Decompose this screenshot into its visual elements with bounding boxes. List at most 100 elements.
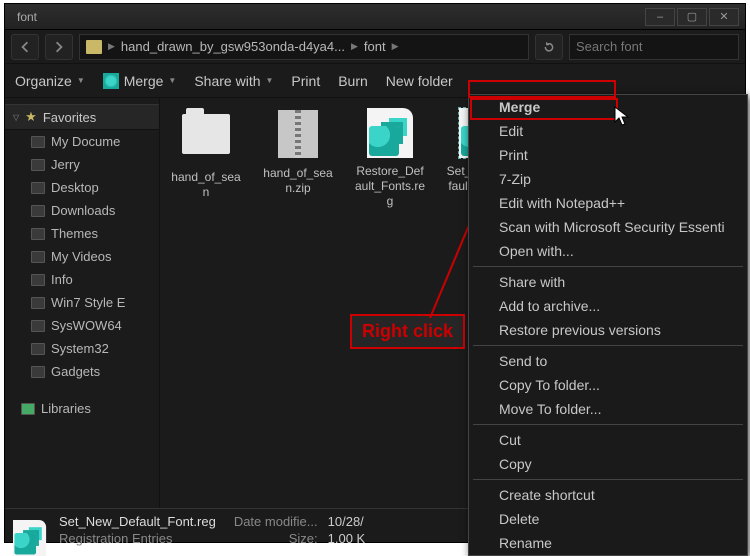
- menu-item[interactable]: Rename: [469, 531, 747, 555]
- sidebar-item[interactable]: Gadgets: [5, 360, 159, 383]
- menu-separator: [473, 345, 743, 346]
- folder-icon: [86, 40, 102, 54]
- sidebar-item[interactable]: Desktop: [5, 176, 159, 199]
- folder-icon: [31, 136, 45, 148]
- menu-item[interactable]: Share with: [469, 270, 747, 294]
- toolbar: Organize▼ Merge▼ Share with▼ Print Burn …: [5, 64, 745, 98]
- libraries-header[interactable]: Libraries: [5, 397, 159, 420]
- menu-item[interactable]: Edit: [469, 119, 747, 143]
- libraries-icon: [21, 403, 35, 415]
- close-button[interactable]: ✕: [709, 8, 739, 26]
- burn-button[interactable]: Burn: [338, 73, 368, 89]
- window-controls: – ▢ ✕: [643, 8, 739, 26]
- window-title: font: [11, 10, 643, 24]
- sidebar-item[interactable]: SysWOW64: [5, 314, 159, 337]
- sidebar-item-label: Desktop: [51, 180, 99, 195]
- refresh-button[interactable]: [535, 34, 563, 60]
- sidebar-item-label: Themes: [51, 226, 98, 241]
- sidebar-item-label: Gadgets: [51, 364, 100, 379]
- menu-item[interactable]: Print: [469, 143, 747, 167]
- merge-button[interactable]: Merge▼: [103, 73, 177, 89]
- newfolder-button[interactable]: New folder: [386, 73, 453, 89]
- chevron-down-icon: ▼: [168, 76, 176, 85]
- menu-item[interactable]: Send to: [469, 349, 747, 373]
- menu-separator: [473, 479, 743, 480]
- sidebar-item-label: Jerry: [51, 157, 80, 172]
- chevron-down-icon: ▼: [266, 76, 274, 85]
- sidebar-item-label: Info: [51, 272, 73, 287]
- status-filename: Set_New_Default_Font.reg: [59, 514, 216, 531]
- sidebar-item-label: System32: [51, 341, 109, 356]
- maximize-button[interactable]: ▢: [677, 8, 707, 26]
- sidebar: ▽ ★ Favorites My Docume Jerry Desktop Downl…: [5, 98, 160, 508]
- share-button[interactable]: Share with▼: [194, 73, 273, 89]
- context-menu: MergeEditPrint7-ZipEdit with Notepad++Sc…: [468, 94, 748, 556]
- menu-item[interactable]: Add to archive...: [469, 294, 747, 318]
- sidebar-item[interactable]: Info: [5, 268, 159, 291]
- chevron-right-icon: ▶: [108, 41, 115, 52]
- sidebar-item[interactable]: My Docume: [5, 130, 159, 153]
- merge-icon: [103, 73, 119, 89]
- chevron-right-icon: ▶: [392, 41, 399, 52]
- favorites-header[interactable]: ▽ ★ Favorites: [5, 104, 159, 130]
- file-item[interactable]: hand_of_sean: [170, 108, 242, 209]
- menu-separator: [473, 424, 743, 425]
- sidebar-item[interactable]: Jerry: [5, 153, 159, 176]
- sidebar-item[interactable]: My Videos: [5, 245, 159, 268]
- menu-item[interactable]: Merge: [469, 95, 747, 119]
- status-modified-value: 10/28/: [328, 514, 366, 531]
- menu-separator: [473, 266, 743, 267]
- sidebar-item[interactable]: Themes: [5, 222, 159, 245]
- menu-item[interactable]: Create shortcut: [469, 483, 747, 507]
- menu-item[interactable]: Copy: [469, 452, 747, 476]
- menu-item[interactable]: Restore previous versions: [469, 318, 747, 342]
- back-button[interactable]: [11, 34, 39, 60]
- file-label: hand_of_sean: [170, 170, 242, 200]
- file-label: hand_of_sean.zip: [262, 166, 334, 196]
- folder-icon: [31, 205, 45, 217]
- folder-icon: [31, 159, 45, 171]
- menu-item[interactable]: 7-Zip: [469, 167, 747, 191]
- forward-button[interactable]: [45, 34, 73, 60]
- status-modified-label: Date modifie...: [234, 514, 318, 531]
- search-input[interactable]: Search font: [569, 34, 739, 60]
- sidebar-item-label: Downloads: [51, 203, 115, 218]
- titlebar: font – ▢ ✕: [5, 4, 745, 30]
- folder-icon: [31, 343, 45, 355]
- status-size-value: 1.00 K: [328, 531, 366, 548]
- print-button[interactable]: Print: [291, 73, 320, 89]
- file-item[interactable]: Restore_Default_Fonts.reg: [354, 108, 426, 209]
- folder-icon: [31, 182, 45, 194]
- file-item[interactable]: hand_of_sean.zip: [262, 108, 334, 209]
- status-filetype: Registration Entries: [59, 531, 216, 548]
- menu-item[interactable]: Open with...: [469, 239, 747, 263]
- folder-icon: [31, 251, 45, 263]
- sidebar-item[interactable]: System32: [5, 337, 159, 360]
- organize-button[interactable]: Organize▼: [15, 73, 85, 89]
- star-icon: ★: [25, 109, 37, 125]
- annotation-label: Right click: [350, 314, 465, 349]
- minimize-button[interactable]: –: [645, 8, 675, 26]
- folder-icon: [31, 366, 45, 378]
- sidebar-item-label: Win7 Style E: [51, 295, 125, 310]
- menu-item[interactable]: Cut: [469, 428, 747, 452]
- chevron-right-icon: ▶: [351, 41, 358, 52]
- breadcrumb[interactable]: hand_drawn_by_gsw953onda-d4ya4...: [121, 39, 345, 54]
- reg-icon: [367, 108, 413, 158]
- menu-item[interactable]: Edit with Notepad++: [469, 191, 747, 215]
- sidebar-item-label: SysWOW64: [51, 318, 122, 333]
- menu-item[interactable]: Delete: [469, 507, 747, 531]
- menu-item[interactable]: Move To folder...: [469, 397, 747, 421]
- sidebar-item-label: My Videos: [51, 249, 111, 264]
- collapse-icon: ▽: [13, 113, 19, 122]
- address-bar[interactable]: ▶ hand_drawn_by_gsw953onda-d4ya4... ▶ fo…: [79, 34, 529, 60]
- sidebar-item[interactable]: Downloads: [5, 199, 159, 222]
- file-type-icon: [13, 513, 49, 549]
- chevron-down-icon: ▼: [77, 76, 85, 85]
- breadcrumb[interactable]: font: [364, 39, 386, 54]
- menu-item[interactable]: Copy To folder...: [469, 373, 747, 397]
- folder-icon: [31, 297, 45, 309]
- sidebar-item[interactable]: Win7 Style E: [5, 291, 159, 314]
- folder-icon: [31, 320, 45, 332]
- menu-item[interactable]: Scan with Microsoft Security Essenti: [469, 215, 747, 239]
